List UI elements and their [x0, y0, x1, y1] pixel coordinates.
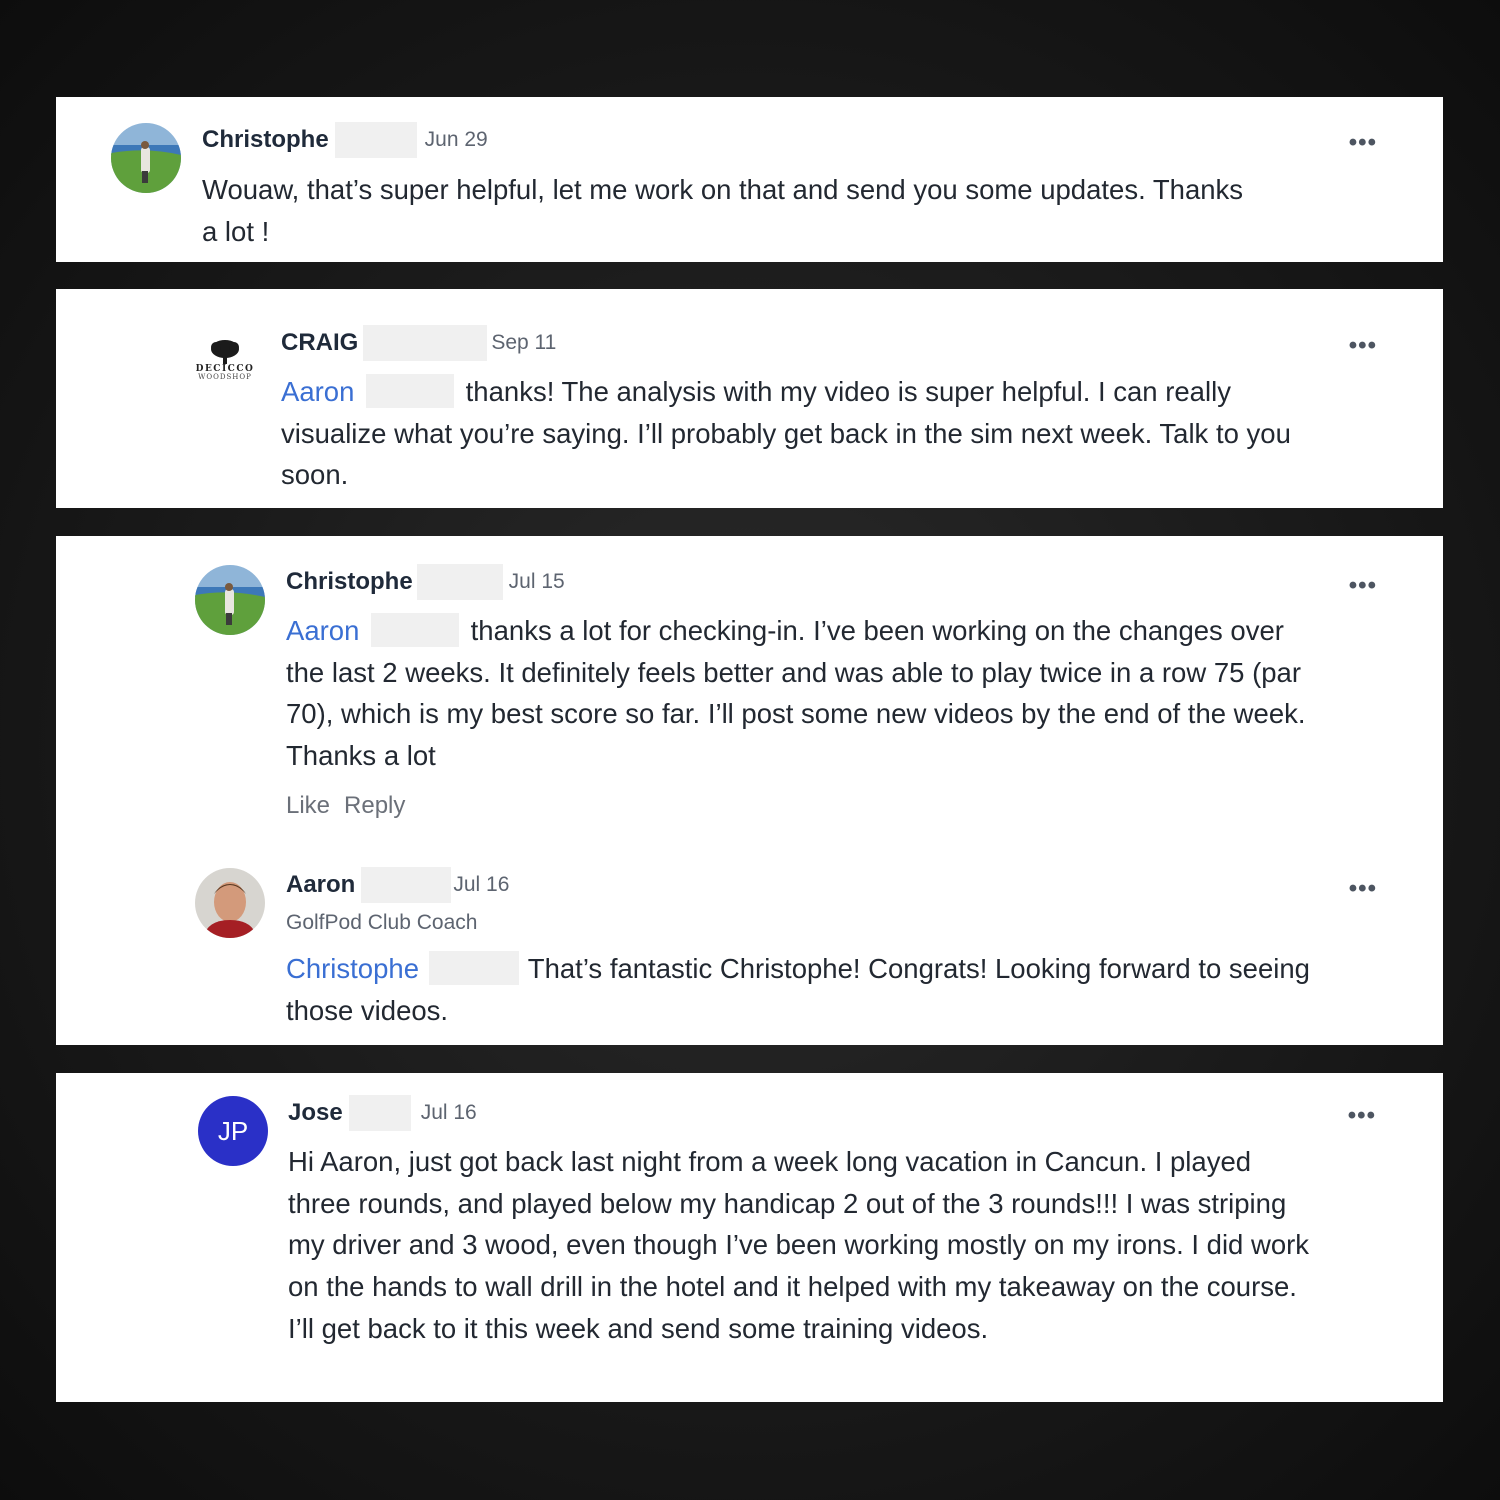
comment-body: Aaron thanks! The analysis with my video… [281, 371, 1321, 496]
redacted-surname [363, 325, 488, 361]
avatar[interactable] [111, 123, 181, 193]
comment-card: DECICCO WOODSHOP CRAIG Sep 11 ••• Aaron … [56, 289, 1443, 508]
redacted-surname [334, 122, 417, 158]
golf-photo-icon [195, 565, 265, 635]
comment-date[interactable]: Jul 15 [509, 570, 565, 594]
comment-card: Christophe Jul 15 ••• Aaron thanks a lot… [56, 536, 1443, 1045]
more-options-button[interactable]: ••• [1348, 1104, 1376, 1128]
comment-card: Christophe Jun 29 ••• Wouaw, that’s supe… [56, 97, 1443, 262]
mention-link[interactable]: Aaron [286, 615, 359, 646]
comment-text: Wouaw, that’s super helpful, let me work… [202, 174, 1244, 247]
avatar[interactable] [195, 868, 265, 938]
author-role: GolfPod Club Coach [286, 911, 478, 934]
like-button[interactable]: Like [286, 792, 330, 819]
comment-date[interactable]: Sep 11 [491, 331, 556, 355]
comment-header: Jose Jul 16 [288, 1095, 477, 1131]
redacted-surname [371, 613, 460, 647]
comment-date[interactable]: Jul 16 [421, 1101, 477, 1125]
comment-body: Aaron thanks a lot for checking-in. I’ve… [286, 610, 1326, 777]
author-name[interactable]: Christophe [286, 568, 413, 596]
comment-actions: Like Reply [286, 792, 419, 820]
tree-logo-icon [211, 340, 239, 364]
profile-photo-icon [195, 868, 265, 938]
mention-link[interactable]: Aaron [281, 376, 354, 407]
comment-date[interactable]: Jul 16 [453, 873, 509, 897]
comment-text: Hi Aaron, just got back last night from … [288, 1146, 1310, 1344]
more-options-button[interactable]: ••• [1349, 574, 1377, 598]
logo-subtext: WOODSHOP [198, 373, 252, 381]
avatar[interactable]: JP [198, 1096, 268, 1166]
comment-body: Christophe That’s fantastic Christophe! … [286, 948, 1326, 1031]
comment-header: Aaron Jul 16 [286, 867, 509, 903]
more-options-button[interactable]: ••• [1349, 334, 1377, 358]
redacted-surname [428, 951, 519, 985]
avatar-initials: JP [217, 1115, 249, 1146]
comment-date[interactable]: Jun 29 [425, 128, 488, 152]
author-name[interactable]: CRAIG [281, 329, 358, 357]
redacted-surname [416, 564, 503, 600]
avatar[interactable] [195, 565, 265, 635]
author-name[interactable]: Aaron [286, 871, 355, 899]
redacted-surname [348, 1095, 411, 1131]
author-name[interactable]: Christophe [202, 126, 329, 154]
comment-body: Hi Aaron, just got back last night from … [288, 1141, 1318, 1350]
golf-photo-icon [111, 123, 181, 193]
comment-header: Christophe Jun 29 [202, 122, 488, 158]
avatar[interactable]: DECICCO WOODSHOP [193, 339, 257, 399]
comment-header: CRAIG Sep 11 [281, 325, 556, 361]
comment-card: JP Jose Jul 16 ••• Hi Aaron, just got ba… [56, 1073, 1443, 1402]
more-options-button[interactable]: ••• [1349, 131, 1377, 155]
more-options-button[interactable]: ••• [1349, 877, 1377, 901]
reply-button[interactable]: Reply [344, 792, 405, 819]
author-name[interactable]: Jose [288, 1099, 343, 1127]
comment-header: Christophe Jul 15 [286, 564, 565, 600]
comment-body: Wouaw, that’s super helpful, let me work… [202, 169, 1262, 252]
redacted-surname [366, 374, 455, 408]
redacted-surname [361, 867, 452, 903]
mention-link[interactable]: Christophe [286, 953, 419, 984]
